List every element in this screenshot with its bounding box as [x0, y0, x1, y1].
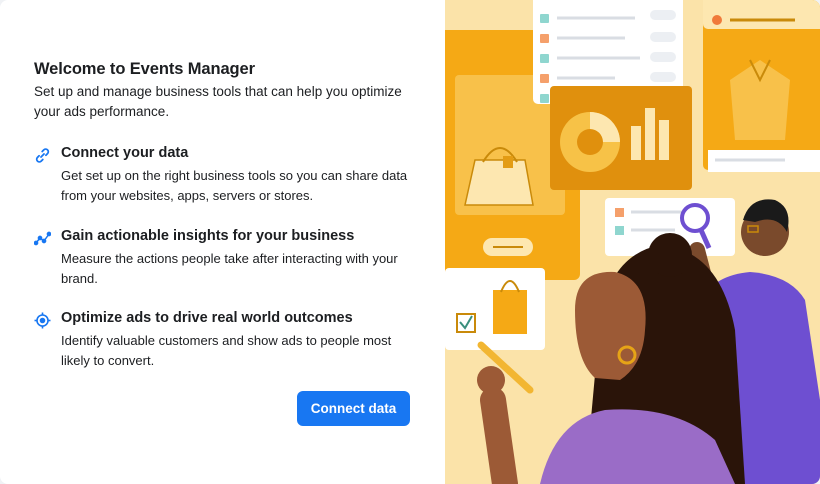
- dialog-subtitle: Set up and manage business tools that ca…: [34, 84, 402, 119]
- feature-description: Get set up on the right business tools s…: [61, 168, 408, 203]
- connect-data-button[interactable]: Connect data: [297, 391, 410, 426]
- dialog-content: Welcome to Events Manager Set up and man…: [0, 0, 445, 484]
- target-icon: [34, 312, 51, 329]
- dialog-title: Welcome to Events Manager: [34, 60, 255, 78]
- feature-title: Connect your data: [61, 145, 189, 161]
- welcome-dialog: Welcome to Events Manager Set up and man…: [0, 0, 820, 484]
- feature-title: Optimize ads to drive real world outcome…: [61, 310, 353, 326]
- trend-line-icon: [34, 230, 51, 247]
- illustration: [445, 0, 820, 484]
- feature-description: Identify valuable customers and show ads…: [61, 333, 392, 368]
- link-icon: [34, 147, 51, 164]
- illustration-panel: [445, 0, 820, 484]
- feature-description: Measure the actions people take after in…: [61, 251, 398, 286]
- feature-title: Gain actionable insights for your busine…: [61, 228, 355, 244]
